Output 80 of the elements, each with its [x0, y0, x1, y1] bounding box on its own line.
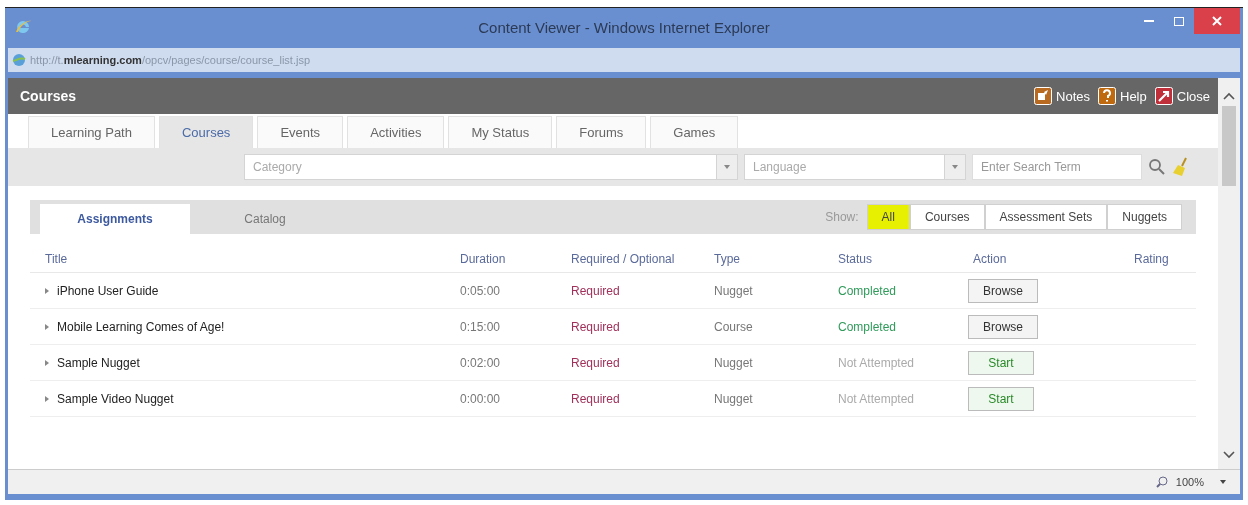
search-icon[interactable]	[1148, 158, 1166, 176]
table-cell: 0:00:00	[445, 381, 556, 417]
close-button[interactable]	[1194, 8, 1240, 34]
table-cell: 0:05:00	[445, 273, 556, 309]
course-title: Sample Video Nugget	[57, 391, 174, 406]
course-title: Mobile Learning Comes of Age!	[57, 319, 225, 334]
nav-tab[interactable]: Learning Path	[28, 116, 155, 148]
table-cell: Required	[556, 381, 699, 417]
nav-tab[interactable]: Courses	[158, 116, 254, 148]
column-header: Status	[823, 248, 958, 273]
filter-toggle[interactable]: Nuggets	[1107, 204, 1182, 230]
scroll-thumb[interactable]	[1222, 106, 1236, 186]
column-header: Action	[958, 248, 1119, 273]
page-icon	[12, 53, 26, 67]
nav-tab[interactable]: My Status	[448, 116, 553, 148]
language-select[interactable]: Language	[744, 154, 944, 180]
broom-icon[interactable]	[1172, 157, 1190, 177]
status-cell: Not Attempted	[823, 345, 958, 381]
filter-toggle[interactable]: Assessment Sets	[984, 204, 1108, 230]
search-field[interactable]: Enter Search Term	[972, 154, 1142, 180]
nav-tab[interactable]: Events	[257, 116, 344, 148]
title-cell[interactable]: Sample Video Nugget	[30, 381, 445, 417]
zoom-icon	[1155, 476, 1168, 488]
expand-arrow-icon[interactable]	[45, 287, 49, 294]
header-link[interactable]: Help	[1098, 87, 1147, 105]
filter-toggle[interactable]: Courses	[909, 204, 985, 230]
scroll-down-icon[interactable]	[1223, 451, 1235, 459]
note-icon	[1034, 87, 1053, 105]
column-header: Title	[30, 248, 445, 273]
table-cell: Required	[556, 345, 699, 381]
header-link[interactable]: Notes	[1034, 87, 1090, 105]
minimize-icon	[1144, 19, 1154, 23]
caret-icon	[724, 165, 730, 169]
page-title: Courses	[20, 88, 77, 104]
course-title: Sample Nugget	[57, 355, 140, 370]
title-cell[interactable]: iPhone User Guide	[30, 273, 445, 309]
column-header: Required / Optional	[556, 248, 699, 273]
caret-icon	[952, 165, 958, 169]
table-cell: 0:15:00	[445, 309, 556, 345]
expand-arrow-icon[interactable]	[45, 359, 49, 366]
action-button[interactable]: Browse	[968, 278, 1038, 303]
table-cell: Required	[556, 309, 699, 345]
column-header: Duration	[445, 248, 556, 273]
table-cell: Required	[556, 273, 699, 309]
filter-toggle[interactable]: All	[866, 204, 910, 230]
maximize-icon	[1174, 16, 1184, 26]
close-icon	[1212, 16, 1222, 26]
table-cell: Nugget	[699, 381, 823, 417]
expand-arrow-icon[interactable]	[45, 395, 49, 402]
expand-arrow-icon[interactable]	[45, 323, 49, 330]
table-cell: 0:02:00	[445, 345, 556, 381]
help-icon	[1098, 87, 1116, 105]
nav-tab[interactable]: Games	[650, 116, 739, 148]
title-cell[interactable]: Mobile Learning Comes of Age!	[30, 309, 445, 345]
show-label: Show:	[825, 210, 859, 224]
table-cell: Nugget	[699, 273, 823, 309]
table-cell: Course	[699, 309, 823, 345]
action-button[interactable]: Start	[968, 350, 1034, 375]
status-cell: Completed	[823, 309, 958, 345]
title-cell[interactable]: Sample Nugget	[30, 345, 445, 381]
header-link[interactable]: Close	[1154, 87, 1210, 105]
category-select[interactable]: Category	[244, 154, 716, 180]
column-header: Type	[699, 248, 823, 273]
status-cell: Not Attempted	[823, 381, 958, 417]
sub-tab[interactable]: Assignments	[40, 204, 190, 234]
column-header: Rating	[1119, 248, 1196, 273]
zoom-level[interactable]: 100%	[1175, 476, 1204, 488]
scrollbar[interactable]	[1218, 78, 1240, 469]
action-button[interactable]: Browse	[968, 314, 1038, 339]
browser-logo-icon	[14, 18, 32, 36]
course-title: iPhone User Guide	[57, 283, 159, 298]
nav-tab[interactable]: Activities	[347, 116, 445, 148]
table-cell: Nugget	[699, 345, 823, 381]
action-button[interactable]: Start	[968, 386, 1034, 411]
nav-tab[interactable]: Forums	[556, 116, 647, 148]
window-title: Content Viewer - Windows Internet Explorer	[478, 18, 770, 36]
scroll-up-icon[interactable]	[1223, 92, 1235, 100]
status-cell: Completed	[823, 273, 958, 309]
caret-icon[interactable]	[1220, 480, 1226, 484]
address-url[interactable]: http://t.mlearning.com/opcv/pages/course/course_list.jsp	[30, 54, 311, 66]
